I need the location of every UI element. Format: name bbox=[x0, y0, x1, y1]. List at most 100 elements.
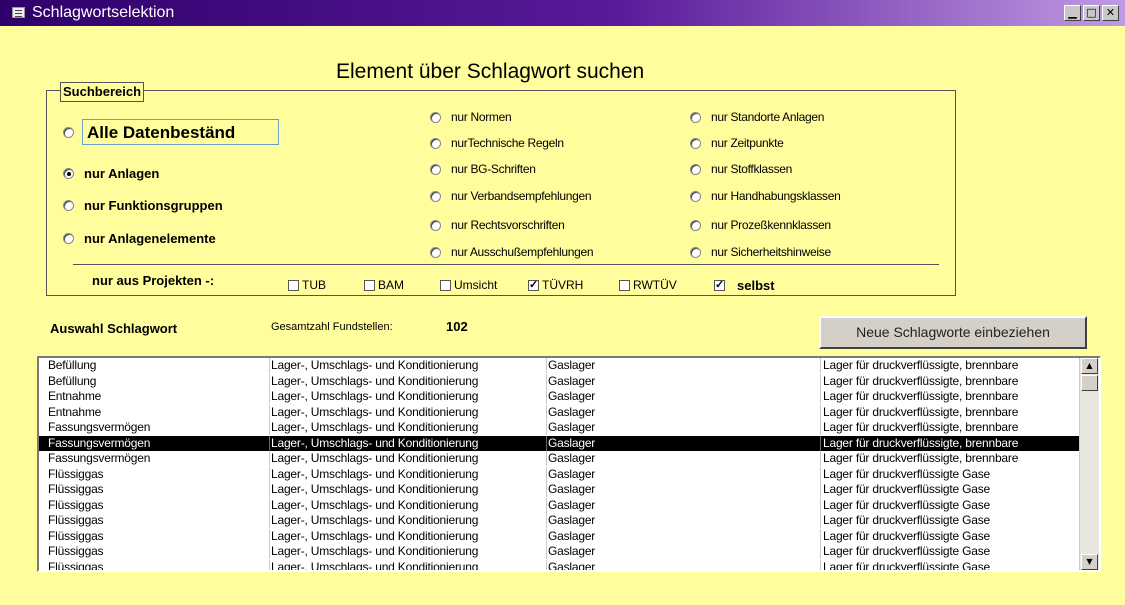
radio-button[interactable] bbox=[690, 190, 701, 202]
table-cell: Flüssiggas bbox=[48, 513, 104, 527]
checkbox-umsicht[interactable]: Umsicht bbox=[440, 278, 497, 292]
option-nur-rechtsvorschriften[interactable]: nur Rechtsvorschriften bbox=[430, 218, 565, 232]
checkbox-bam[interactable]: BAM bbox=[364, 278, 404, 292]
table-cell: Lager für druckverflüssigte, brennbare bbox=[820, 389, 1079, 404]
option-nur-normen[interactable]: nur Normen bbox=[430, 110, 512, 124]
option-label: nur BG-Schriften bbox=[451, 162, 536, 176]
option-label: nur Anlagen bbox=[84, 166, 160, 181]
option-nur-standorte-anlagen[interactable]: nur Standorte Anlagen bbox=[690, 110, 824, 124]
checkbox-label: selbst bbox=[737, 278, 775, 293]
projects-label: nur aus Projekten -: bbox=[92, 273, 215, 288]
table-row[interactable]: Fassungsvermögen Lager-, Umschlags- und K… bbox=[39, 420, 1079, 436]
table-cell: Lager für druckverflüssigte Gase bbox=[820, 466, 1079, 482]
option-nur-zeitpunkte[interactable]: nur Zeitpunkte bbox=[690, 136, 784, 150]
table-row[interactable]: Flüssiggas Lager-, Umschlags- und Konditi… bbox=[39, 528, 1079, 545]
table-cell: Gaslager bbox=[546, 513, 822, 528]
checkmark-icon[interactable]: ✓ bbox=[714, 280, 725, 291]
table-row[interactable]: Entnahme Lager-, Umschlags- und Kondition… bbox=[39, 389, 1079, 405]
radio-button-selected[interactable] bbox=[63, 168, 74, 179]
option-nur-sicherheitshinweise[interactable]: nur Sicherheitshinweise bbox=[690, 245, 831, 259]
table-row[interactable]: Flüssiggas Lager-, Umschlags- und Konditi… bbox=[39, 559, 1079, 570]
table-cell: Lager für druckverflüssigte, brennbare bbox=[820, 451, 1079, 466]
table-row[interactable]: Befüllung Lager-, Umschlags- und Konditio… bbox=[39, 373, 1079, 390]
option-nur-stoffklassen[interactable]: nur Stoffklassen bbox=[690, 162, 792, 176]
radio-button[interactable] bbox=[430, 190, 441, 202]
radio-button[interactable] bbox=[690, 111, 701, 123]
radio-button[interactable] bbox=[63, 233, 74, 244]
option-nur-funktionsgruppen[interactable]: nur Funktionsgruppen bbox=[63, 198, 223, 213]
option-nur-handhabungsklassen[interactable]: nur Handhabungsklassen bbox=[690, 189, 841, 203]
option-nur-ausschussempfehlungen[interactable]: nur Ausschußempfehlungen bbox=[430, 245, 594, 259]
option-nur-anlagen[interactable]: nur Anlagen bbox=[63, 166, 159, 181]
option-label: nur Verbandsempfehlungen bbox=[451, 189, 592, 203]
radio-button[interactable] bbox=[430, 137, 441, 149]
minimize-icon[interactable]: ▁ bbox=[1064, 5, 1081, 21]
arrow-up-icon[interactable]: ▲ bbox=[1081, 358, 1098, 374]
checkmark-icon[interactable]: ✓ bbox=[528, 279, 539, 291]
radio-button[interactable] bbox=[63, 200, 74, 211]
table-cell: Lager-, Umschlags- und Konditionierung bbox=[269, 404, 547, 420]
divider bbox=[73, 264, 939, 265]
option-nur-bg-schriften[interactable]: nur BG-Schriften bbox=[430, 162, 536, 176]
table-row-selected[interactable]: Fassungsvermögen Lager-, Umschlags- und K… bbox=[39, 435, 1079, 451]
option-nur-prozesskennklassen[interactable]: nur Prozeßkennklassen bbox=[690, 218, 831, 232]
keyword-listbox[interactable]: Befüllung Lager-, Umschlags- und Konditio… bbox=[37, 356, 1101, 572]
table-cell: Fassungsvermögen bbox=[48, 435, 151, 450]
table-row[interactable]: Flüssiggas Lager-, Umschlags- und Konditi… bbox=[39, 497, 1079, 514]
option-label: nur Sicherheitshinweise bbox=[711, 245, 831, 259]
table-cell: Gaslager bbox=[546, 559, 822, 570]
title-bar[interactable]: Schlagwortselektion ▁ □ ✕ bbox=[0, 0, 1125, 26]
option-label: nur Anlagenelemente bbox=[84, 231, 216, 246]
table-cell: Lager für druckverflüssigte Gase bbox=[820, 544, 1079, 559]
radio-button[interactable] bbox=[63, 126, 74, 138]
radio-button[interactable] bbox=[430, 219, 441, 231]
table-cell: Gaslager bbox=[546, 420, 822, 435]
table-cell: Gaslager bbox=[546, 358, 822, 373]
radio-button[interactable] bbox=[690, 219, 701, 231]
table-cell: Gaslager bbox=[546, 497, 822, 513]
table-cell: Gaslager bbox=[546, 373, 822, 389]
table-cell: Lager-, Umschlags- und Konditionierung bbox=[269, 544, 547, 559]
option-nur-technische-regeln[interactable]: nurTechnische Regeln bbox=[430, 136, 564, 150]
table-cell: Flüssiggas bbox=[48, 482, 104, 496]
scroll-thumb[interactable] bbox=[1081, 375, 1098, 391]
table-row[interactable]: Flüssiggas Lager-, Umschlags- und Konditi… bbox=[39, 482, 1079, 498]
checkbox-tuevrh[interactable]: ✓ TÜVRH bbox=[528, 278, 583, 292]
checkbox-selbst[interactable]: ✓ selbst bbox=[714, 278, 775, 293]
table-cell: Entnahme bbox=[48, 404, 102, 419]
table-row[interactable]: Flüssiggas Lager-, Umschlags- und Konditi… bbox=[39, 544, 1079, 560]
checkbox[interactable] bbox=[364, 279, 375, 291]
checkbox[interactable] bbox=[288, 279, 299, 291]
table-cell: Lager-, Umschlags- und Konditionierung bbox=[269, 389, 547, 404]
table-cell: Lager für druckverflüssigte, brennbare bbox=[820, 420, 1079, 435]
arrow-down-icon[interactable]: ▼ bbox=[1081, 554, 1098, 570]
checkbox-label: Umsicht bbox=[454, 278, 498, 292]
table-row[interactable]: Flüssiggas Lager-, Umschlags- und Konditi… bbox=[39, 466, 1079, 483]
table-cell: Entnahme bbox=[48, 389, 102, 403]
table-row[interactable]: Fassungsvermögen Lager-, Umschlags- und K… bbox=[39, 451, 1079, 467]
checkbox[interactable] bbox=[619, 279, 630, 291]
option-all-data[interactable]: Alle Datenbeständ bbox=[63, 119, 279, 145]
table-row[interactable]: Entnahme Lager-, Umschlags- und Kondition… bbox=[39, 404, 1079, 421]
option-nur-verbandsempfehlungen[interactable]: nur Verbandsempfehlungen bbox=[430, 189, 592, 203]
option-nur-anlagenelemente[interactable]: nur Anlagenelemente bbox=[63, 231, 216, 246]
radio-button[interactable] bbox=[430, 163, 441, 175]
checkbox[interactable] bbox=[440, 279, 451, 291]
close-icon[interactable]: ✕ bbox=[1102, 5, 1119, 21]
radio-button[interactable] bbox=[430, 111, 441, 123]
radio-button[interactable] bbox=[430, 246, 441, 258]
all-data-label[interactable]: Alle Datenbeständ bbox=[82, 119, 279, 145]
radio-button[interactable] bbox=[690, 163, 701, 175]
radio-button[interactable] bbox=[690, 246, 701, 258]
include-new-keywords-button[interactable]: Neue Schlagworte einbeziehen bbox=[819, 316, 1087, 349]
checkbox-rwtuev[interactable]: RWTÜV bbox=[619, 278, 677, 292]
table-row[interactable]: Befüllung Lager-, Umschlags- und Konditio… bbox=[39, 358, 1079, 374]
table-cell: Lager für druckverflüssigte Gase bbox=[820, 528, 1079, 544]
vertical-scrollbar[interactable]: ▲ ▼ bbox=[1079, 358, 1099, 570]
table-row[interactable]: Flüssiggas Lager-, Umschlags- und Konditi… bbox=[39, 513, 1079, 529]
total-count-label: Gesamtzahl Fundstellen: bbox=[271, 321, 393, 333]
table-cell: Gaslager bbox=[546, 528, 822, 544]
radio-button[interactable] bbox=[690, 137, 701, 149]
checkbox-tub[interactable]: TUB bbox=[288, 278, 326, 292]
maximize-icon[interactable]: □ bbox=[1083, 5, 1100, 21]
